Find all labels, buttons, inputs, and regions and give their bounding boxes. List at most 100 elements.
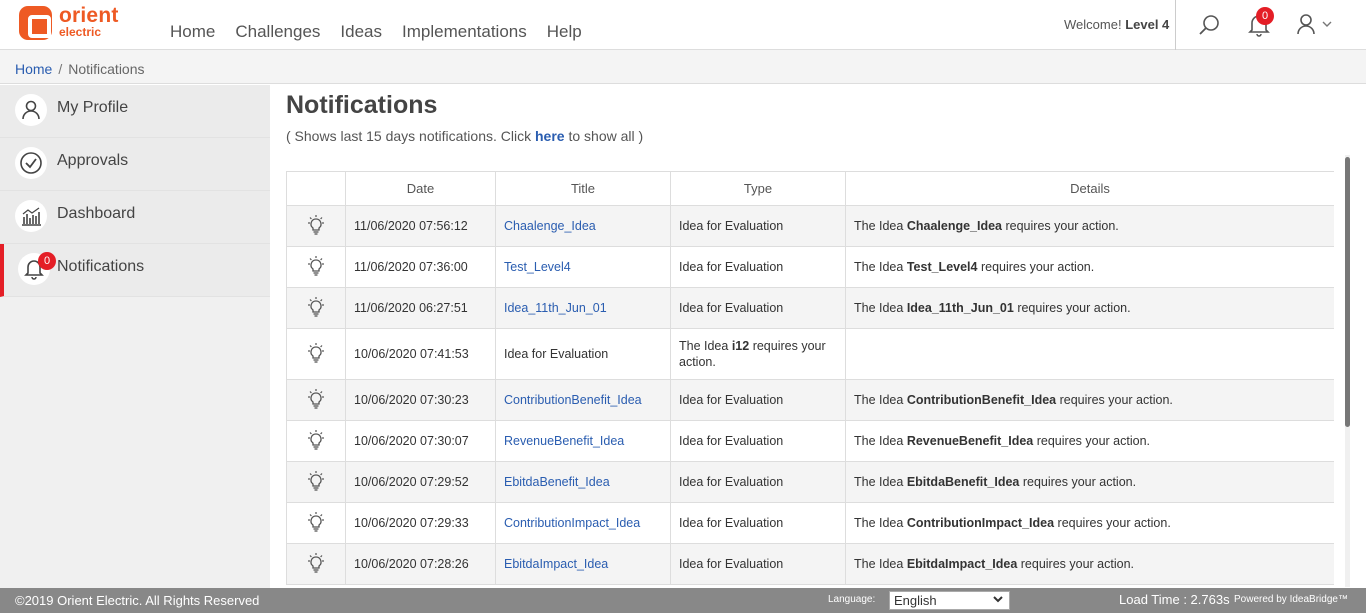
subtitle-text-after: to show all ) <box>564 128 644 144</box>
table-row: 10/06/2020 07:28:26 EbitdaImpact_Idea Id… <box>286 543 1334 585</box>
notification-count-badge: 0 <box>1256 7 1274 25</box>
main-content: Notifications ( Shows last 15 days notif… <box>286 85 1350 144</box>
type-idea-name: i12 <box>731 339 750 353</box>
main-nav: Home Challenges Ideas Implementations He… <box>170 22 602 42</box>
table-row: 10/06/2020 07:30:23 ContributionBenefit_… <box>286 379 1334 421</box>
sidebar-item-approvals[interactable]: Approvals <box>0 138 270 191</box>
column-header-icon <box>286 171 346 206</box>
nav-challenges[interactable]: Challenges <box>235 22 320 42</box>
details-idea-name: Chaalenge_Idea <box>906 219 1003 233</box>
sidebar-notification-badge: 0 <box>38 252 56 270</box>
breadcrumb-home-link[interactable]: Home <box>15 61 52 77</box>
sidebar-item-my-profile[interactable]: My Profile <box>0 85 270 138</box>
powered-by-text: Powered by IdeaBridge™ <box>1234 594 1348 605</box>
title-cell: ContributionImpact_Idea <box>495 502 671 544</box>
title-cell: Idea for Evaluation <box>495 328 671 380</box>
idea-title-link[interactable]: Idea_11th_Jun_01 <box>504 301 607 315</box>
logo-brand-sub: electric <box>59 25 102 39</box>
show-all-link[interactable]: here <box>535 128 565 144</box>
orient-electric-logo[interactable]: orient electric <box>19 4 129 42</box>
idea-title-link[interactable]: ContributionImpact_Idea <box>504 516 640 530</box>
user-menu[interactable] <box>1296 14 1336 36</box>
title-cell: Test_Level4 <box>495 246 671 288</box>
idea-title-link[interactable]: Test_Level4 <box>504 260 571 274</box>
type-cell: Idea for Evaluation <box>670 461 846 503</box>
sidebar-item-notifications[interactable]: 0 Notifications <box>0 244 270 297</box>
column-header-type: Type <box>670 171 846 206</box>
language-select[interactable]: English <box>889 591 1010 610</box>
breadcrumb-separator: / <box>58 61 63 77</box>
lightbulb-icon <box>305 470 327 492</box>
details-suffix: requires your action. <box>1056 393 1173 407</box>
table-row: 11/06/2020 06:27:51 Idea_11th_Jun_01 Ide… <box>286 287 1334 329</box>
table-row: 11/06/2020 07:36:00 Test_Level4 Idea for… <box>286 246 1334 288</box>
scrollbar-thumb[interactable] <box>1345 157 1350 427</box>
details-suffix: requires your action. <box>1013 301 1131 315</box>
type-cell: Idea for Evaluation <box>670 420 846 462</box>
lightbulb-icon <box>305 342 327 364</box>
notifications-table-container[interactable]: Date Title Type Details 11/06/2020 07:56… <box>286 171 1334 588</box>
nav-help[interactable]: Help <box>547 22 582 42</box>
details-cell: The Idea ContributionBenefit_Idea requir… <box>845 379 1334 421</box>
row-icon-cell <box>286 543 346 585</box>
idea-title-link[interactable]: RevenueBenefit_Idea <box>504 434 624 448</box>
title-cell: ContributionBenefit_Idea <box>495 379 671 421</box>
details-cell <box>845 328 1334 380</box>
user-level: Level 4 <box>1125 17 1170 32</box>
details-prefix: The Idea <box>854 516 907 530</box>
nav-ideas[interactable]: Ideas <box>340 22 382 42</box>
idea-title-link[interactable]: EbitdaBenefit_Idea <box>504 475 610 489</box>
bar-chart-icon <box>15 200 47 232</box>
sidebar-item-label: Notifications <box>57 258 145 275</box>
details-suffix: requires your action. <box>1017 557 1135 571</box>
lightbulb-icon <box>305 511 327 533</box>
details-cell: The Idea Test_Level4 requires your actio… <box>845 246 1334 288</box>
row-icon-cell <box>286 379 346 421</box>
details-cell: The Idea Idea_11th_Jun_01 requires your … <box>845 287 1334 329</box>
breadcrumb: Home / Notifications <box>0 50 1366 84</box>
type-cell: Idea for Evaluation <box>670 205 846 247</box>
column-header-date: Date <box>345 171 496 206</box>
details-suffix: requires your action. <box>1019 475 1137 489</box>
user-icon <box>1297 14 1332 35</box>
row-icon-cell <box>286 420 346 462</box>
row-icon-cell <box>286 328 346 380</box>
table-row: 11/06/2020 07:56:12 Chaalenge_Idea Idea … <box>286 205 1334 247</box>
title-cell: EbitdaBenefit_Idea <box>495 461 671 503</box>
idea-title-link[interactable]: ContributionBenefit_Idea <box>504 393 642 407</box>
breadcrumb-current: Notifications <box>68 61 145 77</box>
lightbulb-icon <box>305 214 327 236</box>
details-suffix: requires your action. <box>1033 434 1150 448</box>
page-subtitle: ( Shows last 15 days notifications. Clic… <box>286 128 1350 144</box>
details-cell: The Idea EbitdaImpact_Idea requires your… <box>845 543 1334 585</box>
nav-home[interactable]: Home <box>170 22 215 42</box>
date-cell: 10/06/2020 07:41:53 <box>345 328 496 380</box>
title-cell: Idea_11th_Jun_01 <box>495 287 671 329</box>
column-header-details: Details <box>845 171 1334 206</box>
type-prefix: The Idea <box>679 339 732 353</box>
idea-title-link[interactable]: Chaalenge_Idea <box>504 219 596 233</box>
copyright-text: ©2019 Orient Electric. All Rights Reserv… <box>15 593 260 608</box>
details-prefix: The Idea <box>854 301 907 315</box>
footer: ©2019 Orient Electric. All Rights Reserv… <box>0 588 1366 613</box>
details-prefix: The Idea <box>854 393 907 407</box>
type-cell: Idea for Evaluation <box>670 543 846 585</box>
title-cell: Chaalenge_Idea <box>495 205 671 247</box>
sidebar-item-dashboard[interactable]: Dashboard <box>0 191 270 244</box>
table-row: 10/06/2020 07:29:52 EbitdaBenefit_Idea I… <box>286 461 1334 503</box>
top-header: orient electric Home Challenges Ideas Im… <box>0 0 1366 50</box>
details-suffix: requires your action. <box>1054 516 1171 530</box>
idea-title-link[interactable]: EbitdaImpact_Idea <box>504 557 608 571</box>
sidebar-item-label: Dashboard <box>57 205 136 222</box>
title-cell: EbitdaImpact_Idea <box>495 543 671 585</box>
details-idea-name: ContributionImpact_Idea <box>906 516 1055 530</box>
details-prefix: The Idea <box>854 219 907 233</box>
search-icon[interactable] <box>1198 13 1222 37</box>
nav-implementations[interactable]: Implementations <box>402 22 527 42</box>
table-row: 10/06/2020 07:30:07 RevenueBenefit_Idea … <box>286 420 1334 462</box>
lightbulb-icon <box>305 255 327 277</box>
row-icon-cell <box>286 205 346 247</box>
details-suffix: requires your action. <box>977 260 1095 274</box>
details-cell: The Idea RevenueBenefit_Idea requires yo… <box>845 420 1334 462</box>
details-suffix: requires your action. <box>1002 219 1119 233</box>
